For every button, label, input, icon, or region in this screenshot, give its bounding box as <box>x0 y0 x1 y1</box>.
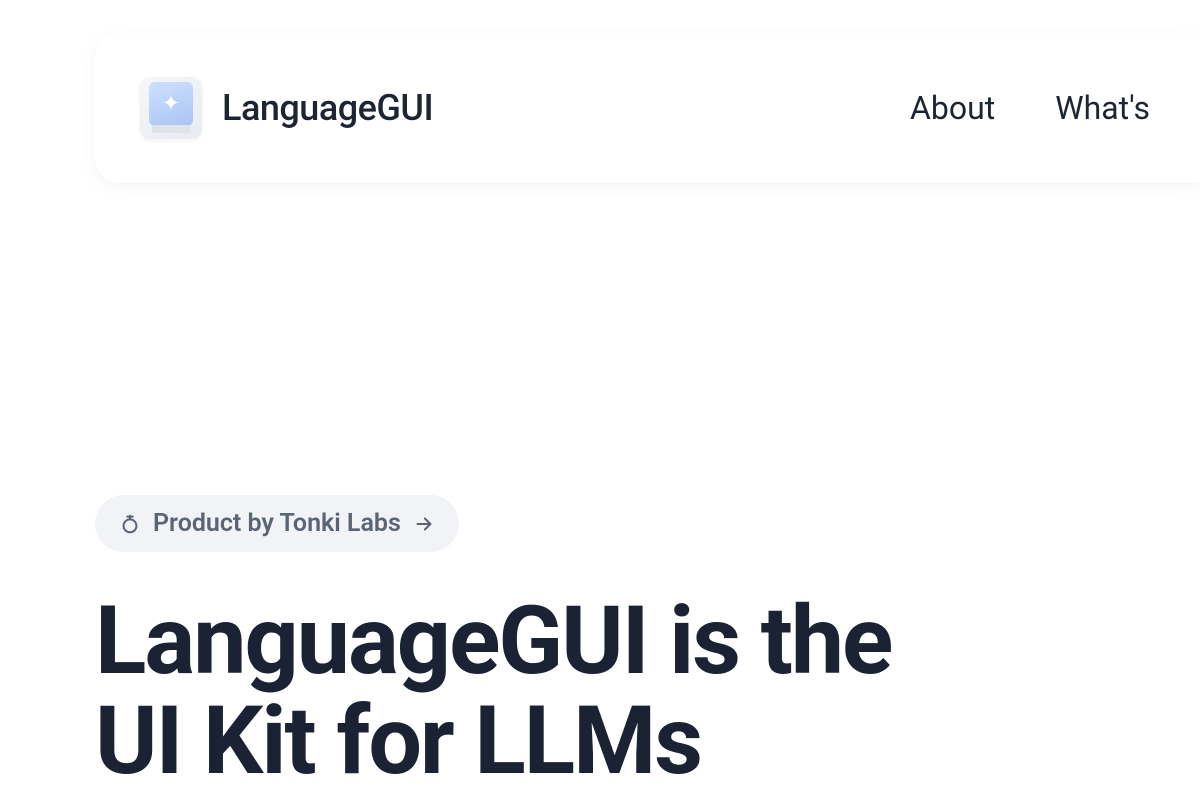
hero-title: LanguageGUI is the UI Kit for LLMs <box>95 592 1150 792</box>
hero-title-line1: LanguageGUI is the <box>95 586 891 697</box>
brand[interactable]: ✦ LanguageGUI <box>140 77 433 139</box>
nav-links: About What's <box>910 89 1150 127</box>
logo-icon: ✦ <box>140 77 202 139</box>
nav-link-whats[interactable]: What's <box>1055 89 1150 127</box>
arrow-right-icon <box>413 513 435 535</box>
brand-name: LanguageGUI <box>222 87 433 129</box>
badge-text: Product by Tonki Labs <box>153 509 401 538</box>
nav-link-about[interactable]: About <box>910 89 995 127</box>
navbar: ✦ LanguageGUI About What's <box>95 33 1200 183</box>
hero-section: Product by Tonki Labs LanguageGUI is the… <box>95 495 1150 792</box>
product-badge[interactable]: Product by Tonki Labs <box>95 495 459 552</box>
hero-title-line2: UI Kit for LLMs <box>95 686 701 797</box>
tonki-icon <box>119 513 141 535</box>
